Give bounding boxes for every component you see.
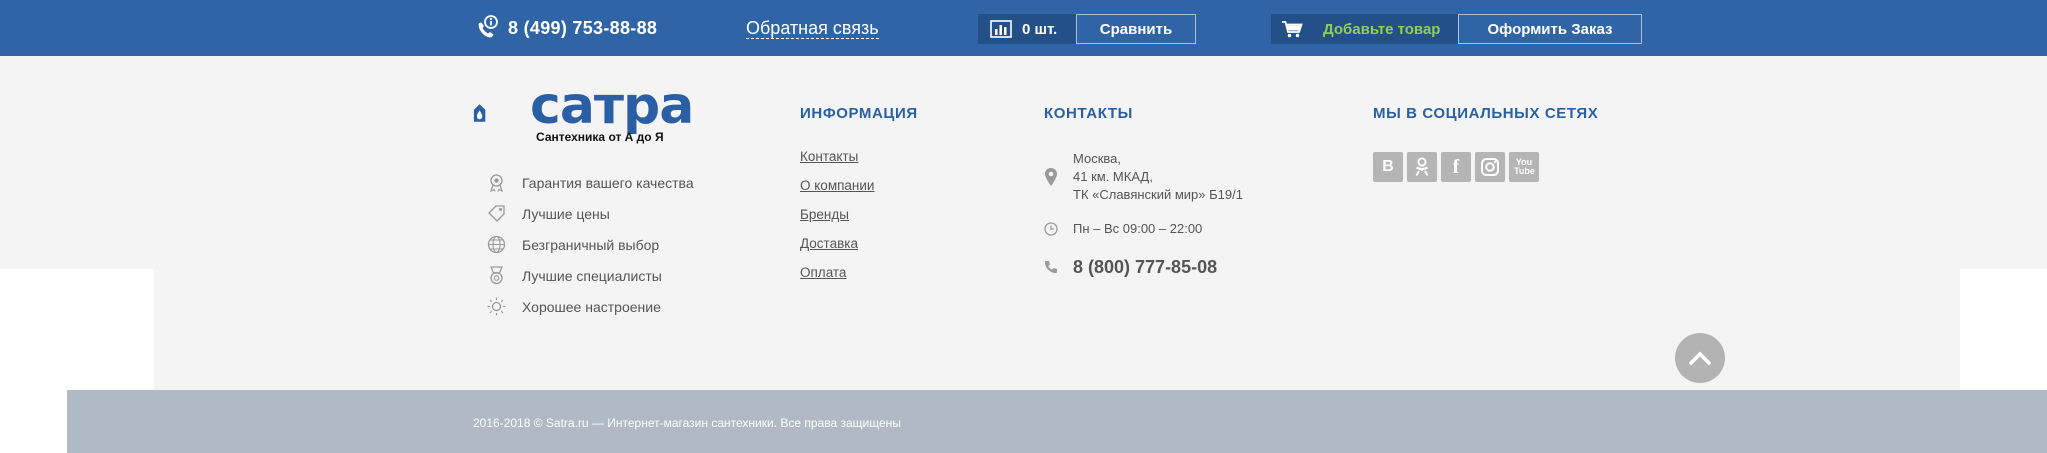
facebook-icon[interactable]: f [1441, 152, 1471, 182]
clock-icon [1044, 222, 1058, 236]
page-background-left [0, 269, 154, 382]
copyright-text: 2016-2018 © Satra.ru — Интернет-магазин … [473, 416, 901, 430]
top-bar: 8 (499) 753-88-88 Обратная связь 0 шт. С… [0, 0, 2047, 56]
odnoklassniki-glyph [1415, 157, 1429, 176]
info-link-payment[interactable]: Оплата [800, 264, 874, 293]
info-title: ИНФОРМАЦИЯ [800, 105, 918, 122]
hours-text: Пн – Вс 09:00 – 22:00 [1073, 221, 1203, 236]
contacts-title: КОНТАКТЫ [1044, 105, 1133, 122]
address-text: Москва, 41 км. МКАД, ТК «Славянский мир»… [1073, 150, 1243, 204]
feature-label: Гарантия вашего качества [522, 174, 694, 191]
compare-counter[interactable]: 0 шт. [978, 14, 1076, 44]
globe-icon [487, 235, 506, 254]
feature-label: Хорошее настроение [522, 298, 661, 315]
address-line: Москва, [1073, 151, 1121, 166]
info-link-brands[interactable]: Бренды [800, 206, 874, 235]
satra-logo[interactable] [473, 82, 533, 144]
cart-add-label: Добавьте товар [1323, 20, 1441, 38]
contact-address: Москва, 41 км. МКАД, ТК «Славянский мир»… [1044, 150, 1243, 204]
instagram-icon[interactable] [1475, 152, 1505, 182]
features-list: Гарантия вашего качества Лучшие цены Без… [487, 167, 694, 322]
sun-icon [487, 297, 506, 316]
social-title: МЫ В СОЦИАЛЬНЫХ СЕТЯХ [1373, 105, 1599, 122]
bottom-bar [67, 390, 2047, 453]
phone-info-icon [478, 15, 498, 38]
feature-label: Лучшие цены [522, 205, 610, 222]
info-links: Контакты О компании Бренды Доставка Опла… [800, 148, 874, 293]
youtube-icon[interactable]: You Tube [1509, 152, 1539, 182]
feature-label: Безграничный выбор [522, 236, 660, 253]
info-link-contacts[interactable]: Контакты [800, 148, 874, 177]
instagram-glyph [1481, 158, 1499, 176]
social-links: В f You Tube [1373, 152, 1543, 182]
vk-icon[interactable]: В [1373, 152, 1403, 182]
logo-tagline: Сантехника от А до Я [536, 130, 664, 144]
youtube-glyph: You Tube [1514, 157, 1535, 176]
cart-icon [1282, 21, 1303, 38]
scroll-to-top-button[interactable] [1675, 333, 1725, 383]
feedback-link[interactable]: Обратная связь [746, 18, 879, 39]
feature-item: Безграничный выбор [487, 229, 694, 260]
medal-icon [490, 174, 503, 192]
contact-phone[interactable]: 8 (800) 777-85-08 [1044, 257, 1243, 277]
cart-widget: Добавьте товар Оформить Заказ [1271, 14, 1642, 44]
feature-item: Хорошее настроение [487, 291, 694, 322]
page-background-right [1960, 269, 2047, 369]
contact-hours: Пн – Вс 09:00 – 22:00 [1044, 220, 1243, 238]
header-phone-number[interactable]: 8 (499) 753-88-88 [508, 18, 657, 39]
address-line: ТК «Славянский мир» Б19/1 [1073, 187, 1243, 202]
header-phone[interactable]: 8 (499) 753-88-88 [473, 14, 657, 42]
chart-bars-icon [990, 20, 1012, 38]
facebook-glyph: f [1452, 155, 1460, 178]
map-pin-icon [1045, 168, 1057, 186]
compare-count-text: 0 шт. [1022, 20, 1058, 38]
info-link-about[interactable]: О компании [800, 177, 874, 206]
info-link-delivery[interactable]: Доставка [800, 235, 874, 264]
checkout-button[interactable]: Оформить Заказ [1458, 14, 1642, 44]
tag-icon [488, 205, 505, 222]
cart-add-product[interactable]: Добавьте товар [1271, 14, 1458, 44]
odnoklassniki-icon[interactable] [1407, 152, 1437, 182]
footer-phone-number[interactable]: 8 (800) 777-85-08 [1073, 257, 1217, 277]
phone-icon [1045, 261, 1057, 273]
feature-item: Лучшие цены [487, 198, 694, 229]
feature-item: Гарантия вашего качества [487, 167, 694, 198]
footer-main [0, 56, 2047, 269]
feature-label: Лучшие специалисты [522, 267, 662, 284]
compare-button[interactable]: Сравнить [1076, 14, 1196, 44]
chevron-up-icon [1689, 351, 1711, 365]
address-line: 41 км. МКАД, [1073, 169, 1153, 184]
page-background-strip [0, 382, 67, 453]
vk-glyph: В [1382, 158, 1394, 175]
award-icon [490, 266, 503, 285]
feature-item: Лучшие специалисты [487, 260, 694, 291]
compare-widget: 0 шт. Сравнить [978, 14, 1196, 44]
logo-wordmark: сатра [530, 76, 694, 136]
contacts-block: Москва, 41 км. МКАД, ТК «Славянский мир»… [1044, 148, 1243, 277]
